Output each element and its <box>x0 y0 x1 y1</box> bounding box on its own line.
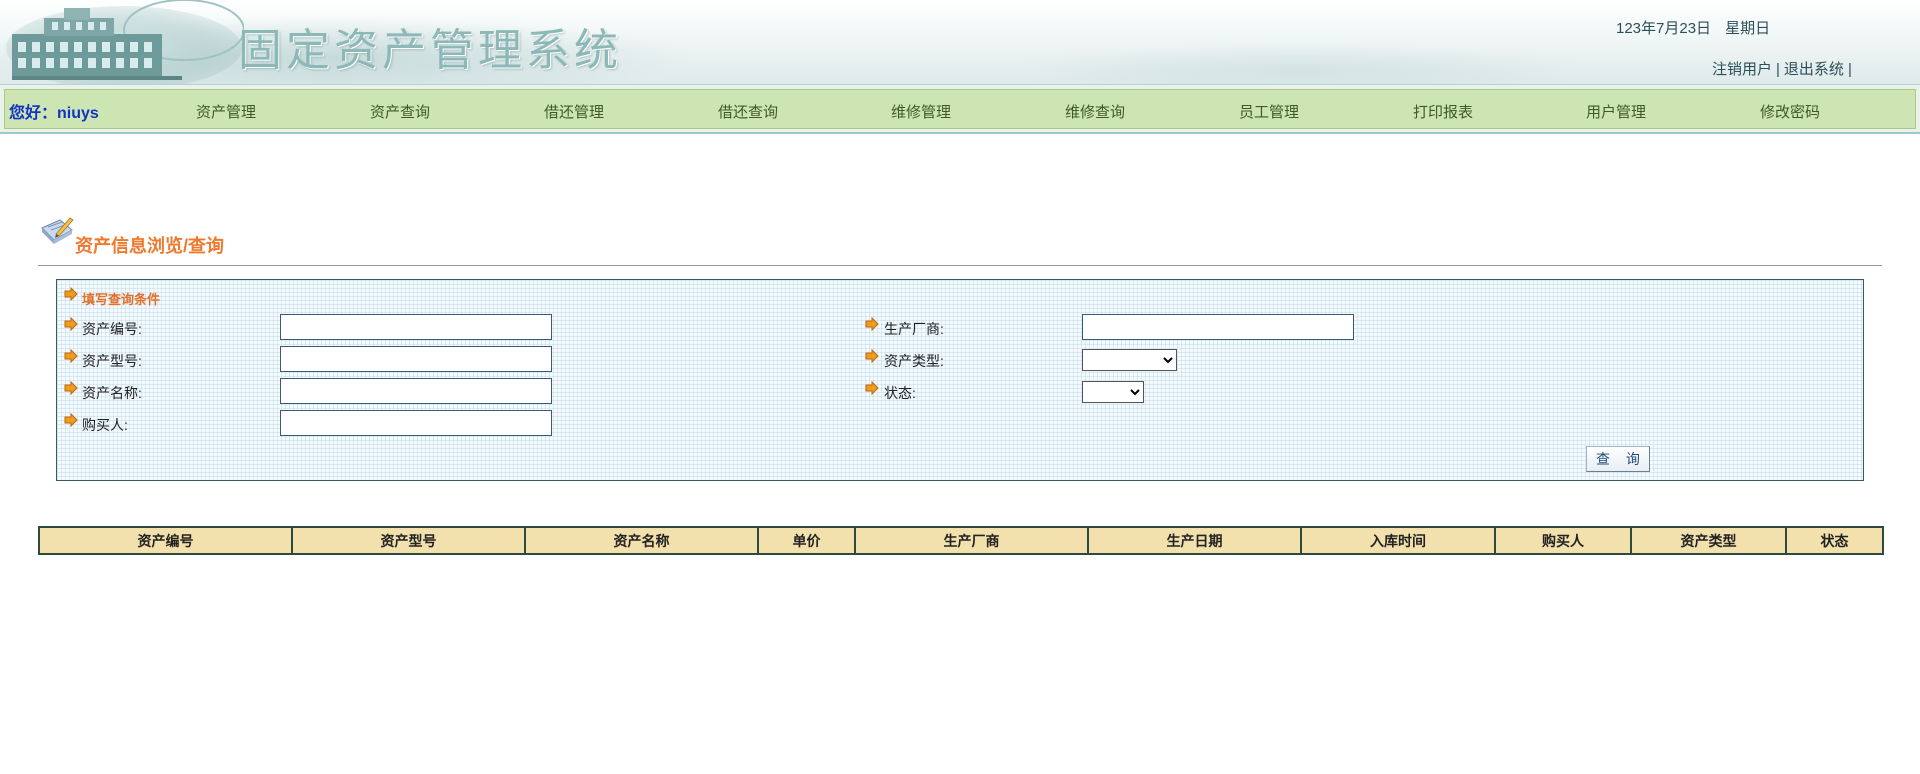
nav-item-asset-query[interactable]: 资产查询 <box>330 101 470 122</box>
nav-item-repair-query[interactable]: 维修查询 <box>1025 101 1165 122</box>
nav-item-borrow-manage[interactable]: 借还管理 <box>504 101 644 122</box>
col-production-date: 生产日期 <box>1087 526 1302 555</box>
asset-name-input[interactable] <box>280 378 552 404</box>
orange-arrow-icon <box>865 349 879 363</box>
table-header-row: 资产编号 资产型号 资产名称 单价 生产厂商 生产日期 入库时间 购买人 资产类… <box>38 526 1884 555</box>
asset-model-label: 资产型号: <box>82 353 142 369</box>
nav-bar-frame: 您好：niuys 资产管理 资产查询 借还管理 借还查询 维修管理 维修查询 员… <box>0 84 1920 134</box>
nav-item-repair-manage[interactable]: 维修管理 <box>851 101 991 122</box>
nav-bar: 您好：niuys 资产管理 资产查询 借还管理 借还查询 维修管理 维修查询 员… <box>4 89 1916 129</box>
col-asset-name: 资产名称 <box>524 526 759 555</box>
asset-no-input[interactable] <box>280 314 552 340</box>
asset-name-label: 资产名称: <box>82 385 142 401</box>
nav-item-staff-manage[interactable]: 员工管理 <box>1199 101 1339 122</box>
col-unit-price: 单价 <box>757 526 856 555</box>
buyer-label: 购买人: <box>82 417 128 433</box>
asset-result-table: 资产编号 资产型号 资产名称 单价 生产厂商 生产日期 入库时间 购买人 资产类… <box>38 526 1884 555</box>
asset-type-select[interactable] <box>1082 349 1177 371</box>
building-logo-icon <box>6 0 244 84</box>
logout-user-link[interactable]: 注销用户 <box>1712 61 1772 78</box>
buyer-input[interactable] <box>280 410 552 436</box>
orange-arrow-icon <box>865 381 879 395</box>
nav-item-change-password[interactable]: 修改密码 <box>1720 101 1860 122</box>
status-select[interactable] <box>1082 381 1144 403</box>
col-storage-time: 入库时间 <box>1300 526 1496 555</box>
date-text: 123年7月23日 <box>1616 20 1712 37</box>
orange-arrow-icon <box>64 287 78 301</box>
col-status: 状态 <box>1785 526 1884 555</box>
app-header: 固定资产管理系统 123年7月23日 星期日 注销用户 | 退出系统 | <box>0 0 1920 84</box>
maker-label: 生产厂商: <box>884 321 944 337</box>
nav-item-borrow-query[interactable]: 借还查询 <box>678 101 818 122</box>
asset-no-label: 资产编号: <box>82 321 142 337</box>
orange-arrow-icon <box>64 349 78 363</box>
col-maker: 生产厂商 <box>854 526 1089 555</box>
col-buyer: 购买人 <box>1494 526 1632 555</box>
weekday-text: 星期日 <box>1725 20 1771 37</box>
user-greeting: 您好：niuys <box>9 105 99 122</box>
nav-item-asset-manage[interactable]: 资产管理 <box>156 101 296 122</box>
exit-system-link[interactable]: 退出系统 <box>1784 61 1844 78</box>
header-links: 注销用户 | 退出系统 | <box>1712 58 1856 79</box>
maker-input[interactable] <box>1082 314 1354 340</box>
status-label: 状态: <box>884 385 916 401</box>
query-caption: 填写查询条件 <box>82 292 161 307</box>
query-button[interactable]: 查 询 <box>1586 446 1650 472</box>
orange-arrow-icon <box>64 381 78 395</box>
section-divider <box>38 265 1882 266</box>
col-asset-model: 资产型号 <box>291 526 526 555</box>
asset-model-input[interactable] <box>280 346 552 372</box>
system-title: 固定资产管理系统 <box>238 25 622 76</box>
nav-item-user-manage[interactable]: 用户管理 <box>1546 101 1686 122</box>
asset-type-label: 资产类型: <box>884 353 944 369</box>
orange-arrow-icon <box>64 317 78 331</box>
link-separator: | <box>1776 61 1780 78</box>
nav-item-print-report[interactable]: 打印报表 <box>1373 101 1513 122</box>
notebook-pen-icon <box>41 217 74 244</box>
link-separator: | <box>1847 61 1852 78</box>
section-title: 资产信息浏览/查询 <box>75 236 225 256</box>
header-date: 123年7月23日 星期日 <box>1616 17 1770 38</box>
orange-arrow-icon <box>865 317 879 331</box>
col-asset-type: 资产类型 <box>1630 526 1787 555</box>
orange-arrow-icon <box>64 413 78 427</box>
col-asset-no: 资产编号 <box>38 526 293 555</box>
